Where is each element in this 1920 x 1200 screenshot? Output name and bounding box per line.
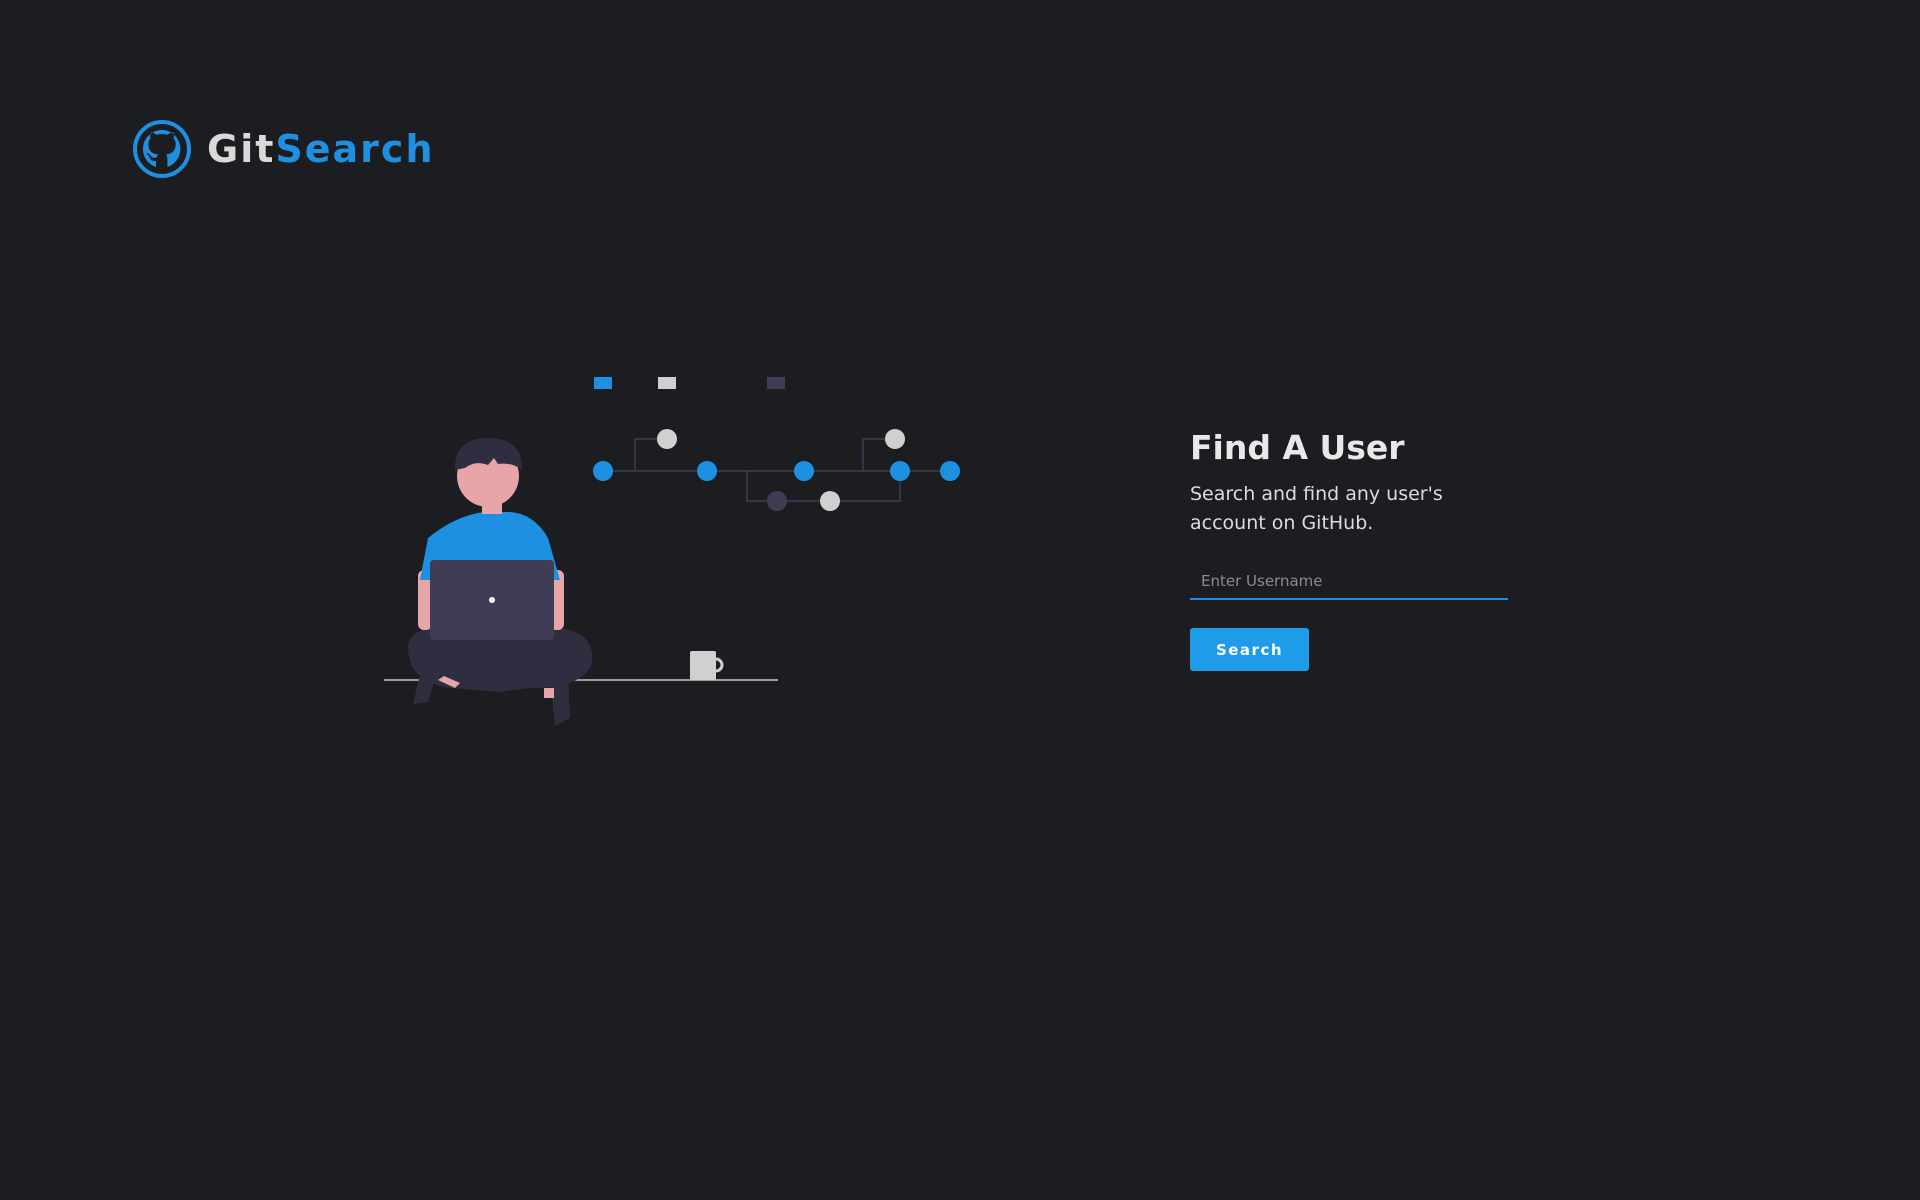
network-node — [794, 461, 814, 481]
network-nodes — [593, 429, 960, 511]
network-node — [593, 461, 613, 481]
brand-name-part1: Git — [207, 127, 276, 171]
developer-illustration — [384, 377, 960, 726]
username-input[interactable] — [1190, 566, 1508, 598]
network-node — [885, 429, 905, 449]
page-title: Find A User — [1190, 428, 1405, 467]
network-node — [820, 491, 840, 511]
search-panel: Find A User Search and find any user's a… — [1190, 426, 1520, 671]
username-field-wrapper — [1190, 566, 1508, 600]
network-node — [890, 461, 910, 481]
search-button[interactable]: Search — [1190, 628, 1309, 671]
coffee-mug — [690, 651, 724, 680]
legend-square-light — [658, 377, 676, 389]
brand-name: GitSearch — [207, 130, 435, 168]
network-node — [657, 429, 677, 449]
page-description: Search and find any user's account on Gi… — [1190, 483, 1443, 534]
legend-square-dark — [767, 377, 785, 389]
page: GitSearch Find A User Search and find an… — [0, 0, 1920, 1200]
legend-square-blue — [594, 377, 612, 389]
person-figure — [408, 438, 593, 726]
brand-logo[interactable]: GitSearch — [133, 120, 435, 178]
network-node — [940, 461, 960, 481]
network-node — [697, 461, 717, 481]
network-node — [767, 491, 787, 511]
brand-name-part2: Search — [275, 127, 435, 171]
github-octocat-icon — [133, 120, 191, 178]
